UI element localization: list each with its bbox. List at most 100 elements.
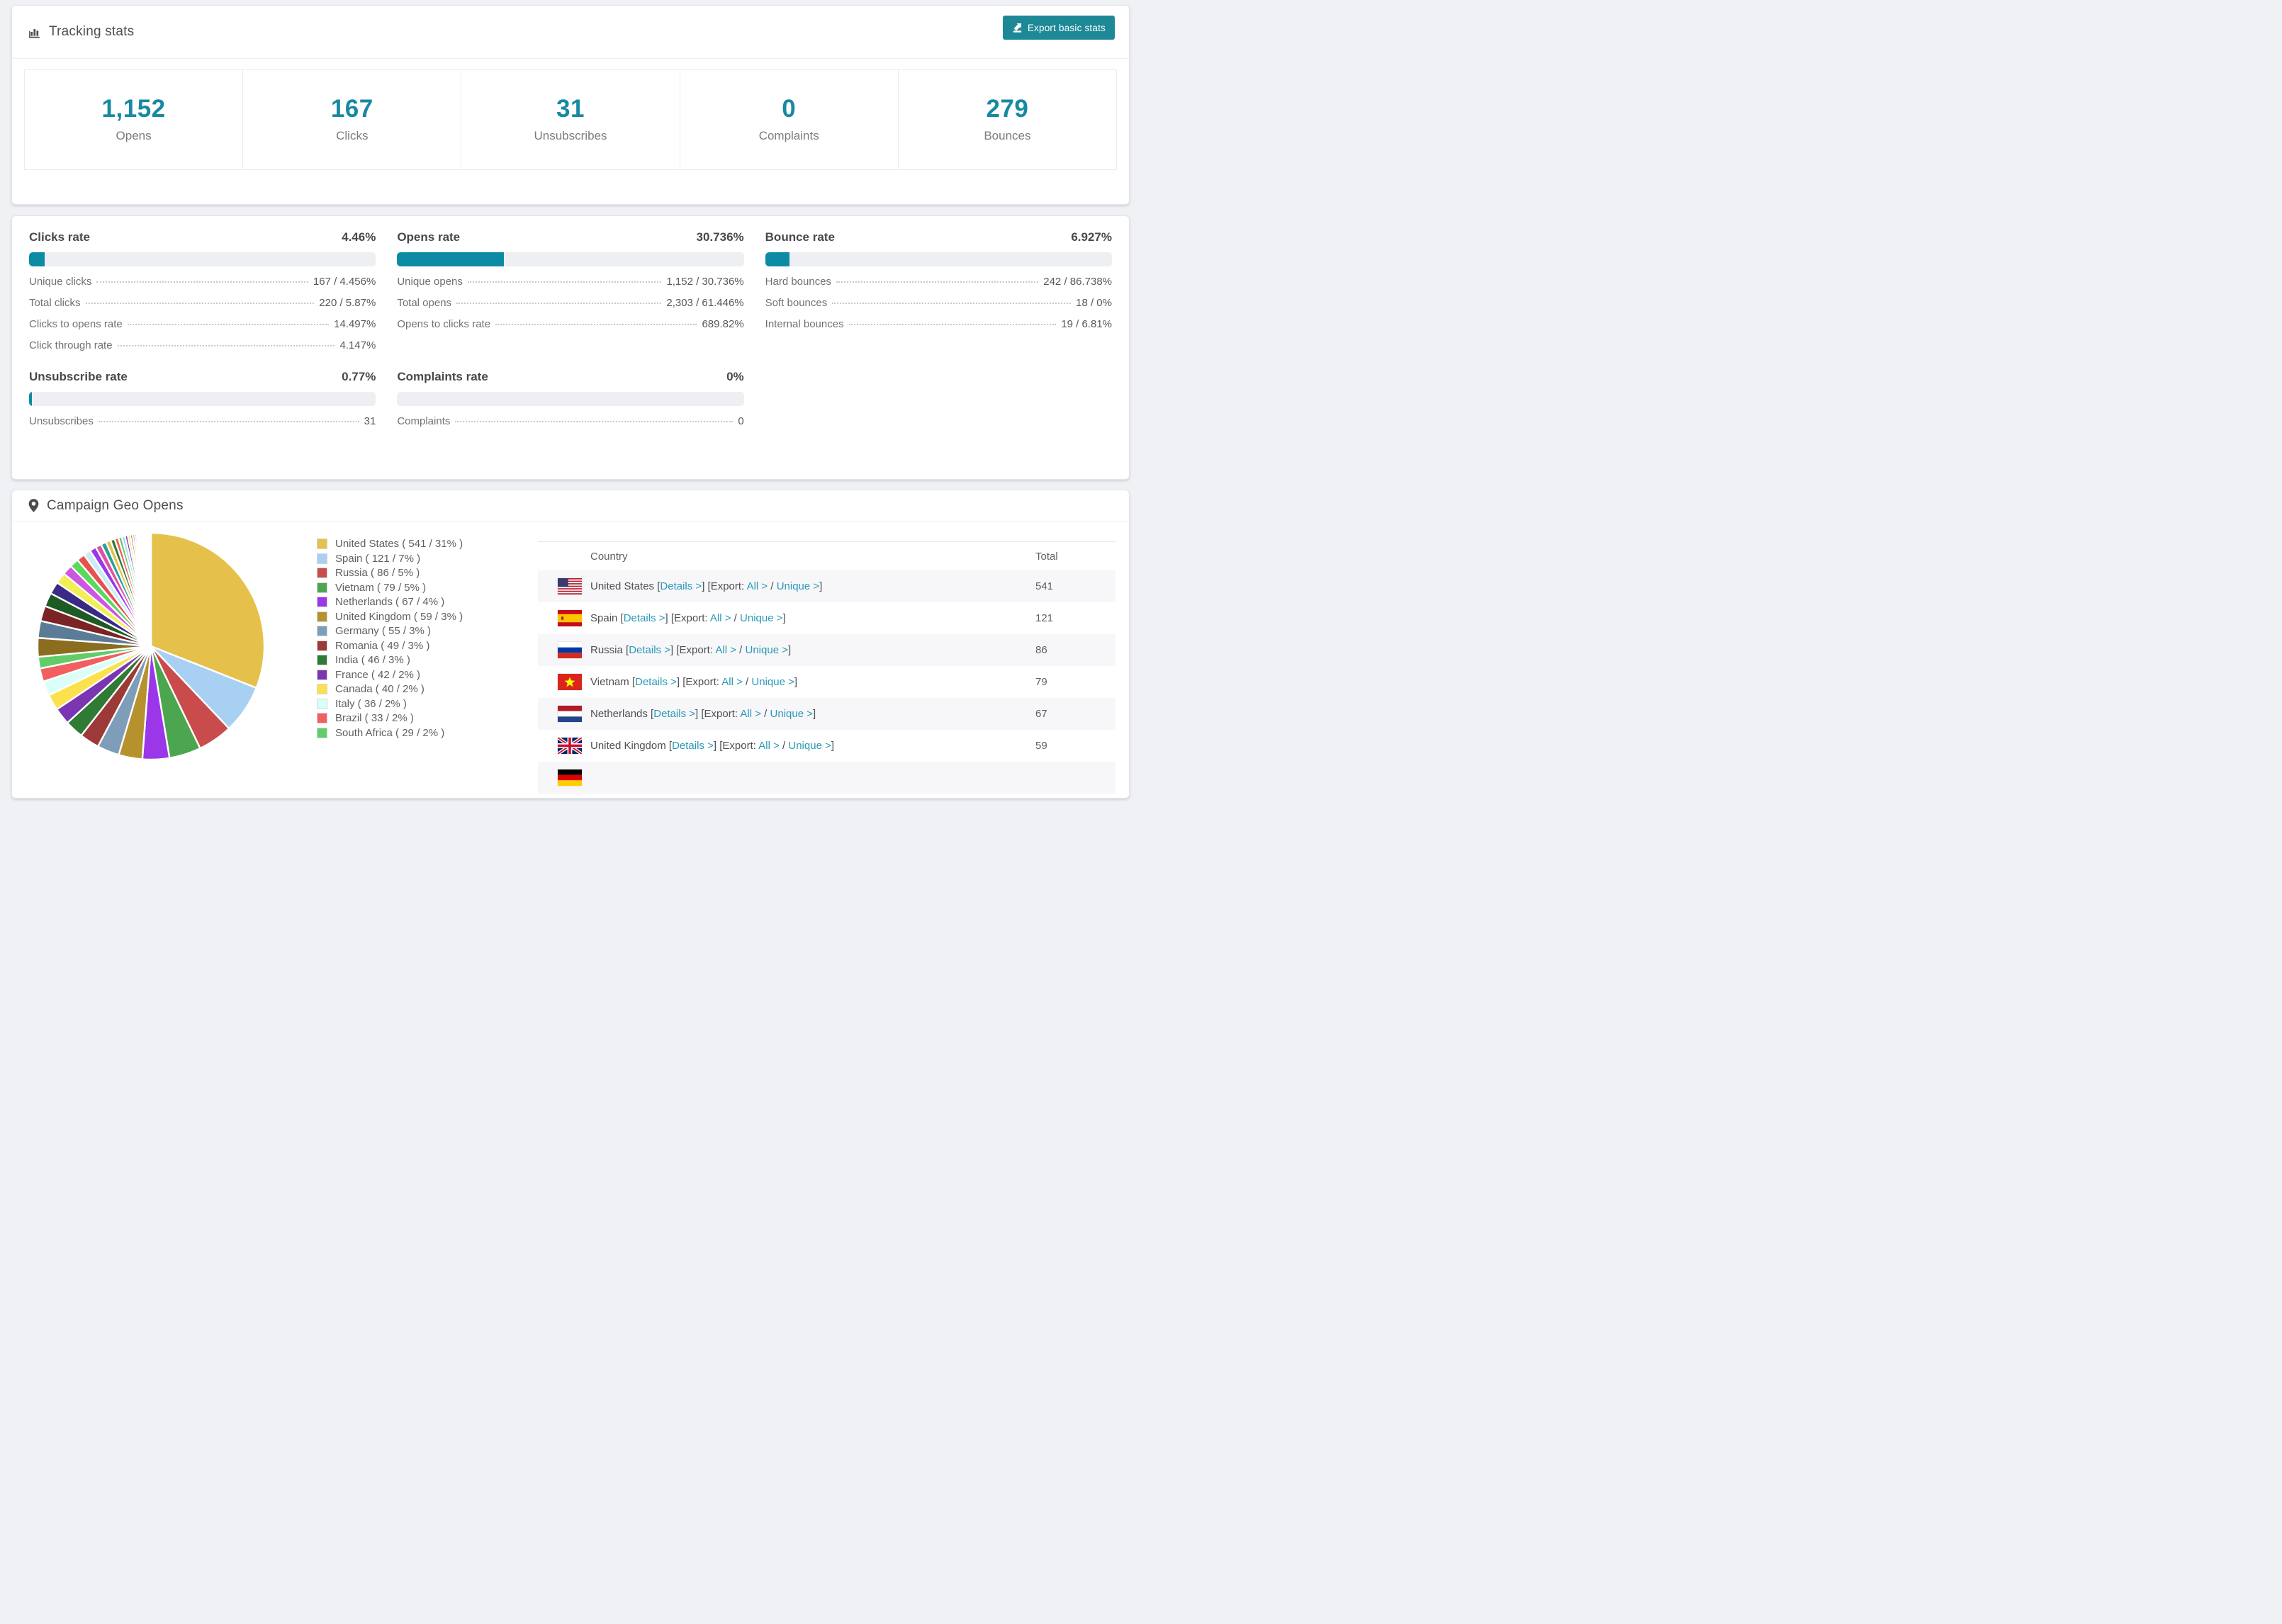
legend-item[interactable]: Vietnam ( 79 / 5% ): [317, 582, 510, 594]
rate-section: Unsubscribe rate 0.77% Unsubscribes 31: [29, 370, 376, 427]
stat-cell: 0 Complaints: [680, 70, 899, 169]
details-link[interactable]: Details >: [635, 676, 677, 688]
rate-title: Complaints rate: [397, 370, 488, 383]
export-unique-link[interactable]: Unique >: [770, 708, 813, 720]
country-total: 59: [1035, 740, 1047, 752]
rate-value: 0%: [726, 370, 744, 383]
rate-row: Click through rate 4.147%: [29, 339, 376, 351]
legend-swatch: [317, 640, 327, 651]
details-link[interactable]: Details >: [672, 740, 714, 752]
rate-row-value: 4.147%: [339, 339, 376, 351]
details-link[interactable]: Details >: [660, 580, 702, 592]
rate-row-value: 242 / 86.738%: [1043, 276, 1112, 288]
rate-row-value: 1,152 / 30.736%: [666, 276, 744, 288]
legend-item[interactable]: Canada ( 40 / 2% ): [317, 683, 510, 695]
country-name: Russia: [590, 644, 623, 656]
rate-row-value: 0: [738, 415, 744, 427]
country-flag-icon: [558, 642, 582, 658]
export-unique-link[interactable]: Unique >: [751, 676, 794, 688]
rate-section-header: Clicks rate 4.46%: [29, 230, 376, 244]
legend-item[interactable]: Spain ( 121 / 7% ): [317, 553, 510, 565]
rate-title: Opens rate: [397, 230, 461, 244]
country-name: Spain: [590, 612, 618, 624]
bracket-text: ] [: [665, 612, 675, 624]
export-unique-link[interactable]: Unique >: [746, 644, 788, 656]
export-all-link[interactable]: All >: [747, 580, 768, 592]
stat-label: Complaints: [758, 129, 819, 142]
country-flag-icon: [558, 674, 582, 690]
geo-table-row: Netherlands [Details >] [Export: All > /…: [538, 698, 1115, 730]
rate-row-value: 167 / 4.456%: [313, 276, 376, 288]
legend-swatch: [317, 655, 327, 665]
country-total: 67: [1035, 708, 1047, 720]
export-all-link[interactable]: All >: [710, 612, 731, 624]
export-all-link[interactable]: All >: [758, 740, 780, 752]
legend-item[interactable]: France ( 42 / 2% ): [317, 669, 510, 681]
stat-value: 31: [556, 95, 585, 123]
rate-row-label: Complaints: [397, 415, 451, 427]
export-unique-link[interactable]: Unique >: [788, 740, 831, 752]
export-prefix: Export:: [679, 644, 714, 656]
rate-row-label: Soft bounces: [765, 297, 828, 309]
rate-row-value: 31: [364, 415, 376, 427]
geo-table-body: United States [Details >] [Export: All >…: [538, 570, 1115, 794]
progress-bar: [765, 252, 1112, 266]
progress-bar-fill: [29, 252, 45, 266]
country-cell: Vietnam [Details >] [Export: All > / Uni…: [590, 676, 1035, 688]
slash-text: /: [742, 676, 752, 688]
country-cell: Spain [Details >] [Export: All > / Uniqu…: [590, 612, 1035, 624]
legend-item[interactable]: Romania ( 49 / 3% ): [317, 640, 510, 652]
stat-label: Clicks: [336, 129, 369, 142]
rate-section-header: Bounce rate 6.927%: [765, 230, 1112, 244]
details-link[interactable]: Details >: [629, 644, 670, 656]
export-prefix: Export:: [674, 612, 708, 624]
legend-item[interactable]: Netherlands ( 67 / 4% ): [317, 596, 510, 608]
country-total: 79: [1035, 676, 1047, 688]
legend-label: Germany ( 55 / 3% ): [335, 625, 432, 637]
rate-row-label: Total opens: [397, 297, 452, 309]
slash-text: /: [761, 708, 770, 720]
details-link[interactable]: Details >: [653, 708, 695, 720]
country-total: 541: [1035, 580, 1054, 592]
stat-cell: 1,152 Opens: [25, 70, 244, 169]
geo-table-row: [Details >] [Export: All > / Unique >]: [538, 762, 1115, 794]
details-link[interactable]: Details >: [624, 612, 665, 624]
legend-item[interactable]: Germany ( 55 / 3% ): [317, 625, 510, 637]
country-flag-icon: [558, 738, 582, 754]
legend-label: India ( 46 / 3% ): [335, 654, 410, 666]
export-unique-link[interactable]: Unique >: [740, 612, 782, 624]
legend-item[interactable]: Russia ( 86 / 5% ): [317, 567, 510, 579]
rate-rows: Unique clicks 167 / 4.456% Total clicks …: [29, 276, 376, 351]
rate-row-label: Clicks to opens rate: [29, 318, 123, 330]
rate-section: Bounce rate 6.927% Hard bounces 242 / 86…: [765, 230, 1112, 351]
legend-item[interactable]: Brazil ( 33 / 2% ): [317, 712, 510, 724]
stats-summary-row: 1,152 Opens 167 Clicks 31 Unsubscribes 0…: [24, 69, 1117, 170]
geo-pie-chart: [26, 521, 276, 794]
rate-row-label: Internal bounces: [765, 318, 844, 330]
legend-item[interactable]: India ( 46 / 3% ): [317, 654, 510, 666]
stat-label: Unsubscribes: [534, 129, 607, 142]
legend-item[interactable]: United States ( 541 / 31% ): [317, 538, 510, 550]
dotted-leader: [96, 281, 308, 283]
export-all-link[interactable]: All >: [740, 708, 761, 720]
progress-bar-fill: [397, 252, 504, 266]
geo-content: United States ( 541 / 31% ) Spain ( 121 …: [12, 521, 1129, 794]
geo-header: Campaign Geo Opens: [12, 490, 1129, 521]
country-flag-icon: [558, 769, 582, 786]
dotted-leader: [848, 324, 1057, 325]
bracket-text: ]: [831, 740, 835, 752]
export-unique-link[interactable]: Unique >: [777, 580, 819, 592]
legend-item[interactable]: South Africa ( 29 / 2% ): [317, 727, 510, 739]
bracket-text: ]: [787, 644, 792, 656]
export-all-link[interactable]: All >: [715, 644, 736, 656]
stat-value: 279: [986, 95, 1029, 123]
legend-swatch: [317, 669, 327, 680]
export-basic-stats-button[interactable]: Export basic stats: [1002, 16, 1115, 40]
country-name: Netherlands: [590, 708, 648, 720]
rate-value: 4.46%: [342, 230, 376, 244]
campaign-stats-page: Tracking stats Export basic stats 1,152 …: [0, 5, 1141, 817]
legend-item[interactable]: United Kingdom ( 59 / 3% ): [317, 611, 510, 623]
legend-item[interactable]: Italy ( 36 / 2% ): [317, 698, 510, 710]
dotted-leader: [456, 303, 662, 304]
export-all-link[interactable]: All >: [721, 676, 743, 688]
